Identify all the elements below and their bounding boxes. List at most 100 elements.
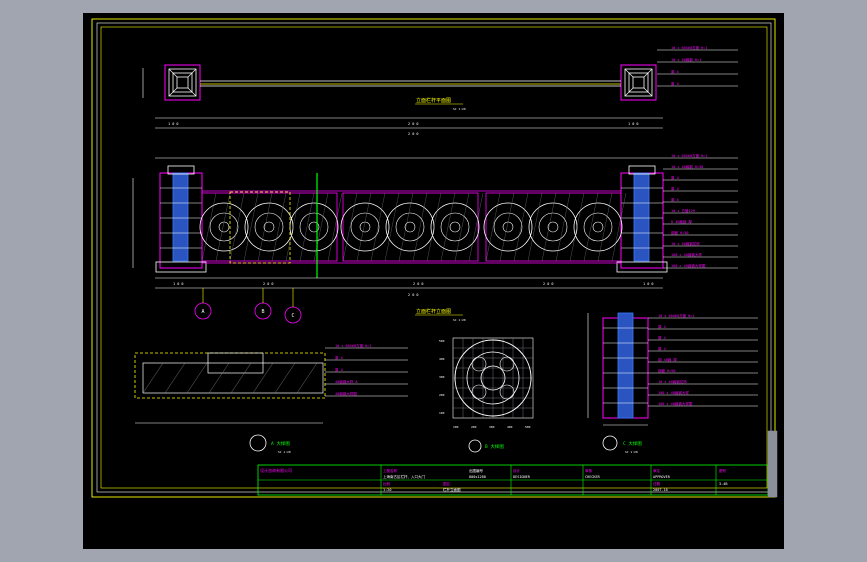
a-annotation: 40扁钢大样 A: [335, 379, 358, 384]
tb-design-label: 设计: [513, 468, 521, 473]
c-annotation: 钢管 H=50: [658, 368, 676, 373]
a-annotation: 厚 4: [335, 355, 343, 360]
callout-letter: C: [291, 313, 294, 319]
scroll-inner: [583, 212, 613, 242]
section-a-hatch: [208, 362, 230, 394]
plan-dim-part: 2 0 0: [408, 122, 419, 126]
plan-annotation: 10 x 40扁钢 H=1: [671, 57, 701, 62]
tb-design: DESIGNER: [513, 475, 531, 479]
plan-annotation: 厚 4: [671, 81, 679, 86]
hatch: [384, 192, 400, 262]
hatch: [426, 192, 442, 262]
hatch: [513, 192, 529, 262]
b-axis-tick: 400: [507, 425, 513, 429]
hatch: [527, 192, 543, 262]
detail-b-scroll: [499, 356, 515, 372]
scroll-core: [449, 221, 461, 233]
c-annotation: 厚 4: [658, 324, 666, 329]
elev-dim-total: 2 0 0: [408, 293, 419, 297]
section-c-title: C 大样图: [623, 440, 642, 447]
section-a-hatch: [230, 362, 252, 394]
section-a-hatch: [186, 362, 208, 394]
detail-b-scroll: [471, 384, 487, 400]
elev-annotation: 厚 4: [671, 186, 679, 191]
tb-check-label: 审核: [585, 468, 593, 473]
section-a-hatch: [142, 362, 164, 394]
tb-number-label: 出图编号: [469, 468, 483, 473]
elev-dim-part: 1 0 0: [643, 282, 654, 286]
b-axis-tick: 300: [489, 425, 495, 429]
detail-b-scroll: [471, 356, 487, 372]
scroll-core: [404, 221, 416, 233]
scroll-ring: [289, 202, 339, 252]
elev-dim-part: 2 0 0: [413, 282, 424, 286]
section-a-box: [134, 352, 326, 399]
plan-post-right-i3: [632, 76, 645, 89]
tb-drawing-label: 图名: [443, 481, 450, 486]
elev-annotation: 10 x 60X60方管 H=1: [671, 153, 708, 158]
c-annotation: 钢 40扁 厚: [658, 357, 677, 362]
detail-b-title: B 大样图: [485, 443, 504, 450]
hatch: [327, 192, 343, 262]
plan-dim-part: 1 0 0: [168, 122, 179, 126]
hatch: [229, 192, 245, 262]
elev-annotation: 厚 4: [671, 175, 679, 180]
tb-check: CHECKER: [585, 475, 601, 479]
tb-project: 上海南古区栏杆、入口大门: [383, 474, 425, 479]
plan-dim-total: 2 0 0: [408, 132, 419, 136]
tb-date: 2007.10: [653, 488, 668, 492]
elev-annotation: 厚 4: [671, 197, 679, 202]
plan-post-left-i3: [176, 76, 189, 89]
hatch: [342, 192, 358, 262]
hatch: [485, 192, 501, 262]
b-axis-tick: 500: [525, 425, 531, 429]
section-a-hatch: [164, 362, 186, 394]
b-axis-tick: 100: [453, 425, 459, 429]
scroll-inner: [538, 212, 568, 242]
c-annotation: 10 x 60X60方管 H=1: [658, 313, 695, 318]
plan-dim-part: 1 0 0: [628, 122, 639, 126]
tb-sheet: 3-4B: [719, 482, 727, 486]
hatch: [370, 192, 386, 262]
scroll-inner: [493, 212, 523, 242]
scroll-ring: [340, 202, 390, 252]
hatch: [468, 192, 484, 262]
elev-annotation: 100 x 40扁钢大样: [671, 252, 702, 257]
hatch: [569, 192, 585, 262]
elev-title: 立面栏杆立面图: [416, 308, 451, 315]
tb-scale-label: 比例: [383, 481, 391, 486]
section-a-body: [142, 362, 324, 394]
b-axis-tick-v: 500: [439, 339, 445, 343]
scroll-ring: [199, 202, 249, 252]
elev-post-right-base: [616, 261, 668, 273]
tb-number: 800x1280: [469, 475, 486, 479]
b-axis-tick-v: 200: [439, 393, 445, 397]
c-annotation: 100 x 40扁钢大样图: [658, 401, 693, 406]
scroll-inner: [254, 212, 284, 242]
plan-scale: SC 1:20: [453, 107, 466, 111]
b-axis-tick-v: 100: [439, 411, 445, 415]
scroll-core: [359, 221, 371, 233]
callout-letter: A: [201, 309, 204, 315]
scroll-inner: [440, 212, 470, 242]
callout-letter: B: [261, 309, 264, 315]
detail-b-marker: [468, 439, 482, 453]
elev-annotation: 10 x 方管12H: [671, 208, 695, 213]
scroll-core: [263, 221, 275, 233]
outer-frame: [91, 18, 776, 498]
section-a-scale: SC 1:20: [278, 450, 291, 454]
tb-sheet-label: 图号: [719, 468, 727, 473]
hatch: [285, 192, 301, 262]
plan-title: 立面栏杆平面图: [416, 97, 451, 104]
vertical-scrollbar[interactable]: [767, 430, 778, 498]
section-a-hatch: [296, 362, 318, 394]
scroll-ring: [573, 202, 623, 252]
c-annotation: 10 x 40扁钢花饰: [658, 379, 687, 384]
scroll-core: [502, 221, 514, 233]
c-annotation: 厚 4: [658, 335, 666, 340]
b-axis-tick: 200: [471, 425, 477, 429]
tb-scale: 1:20: [383, 488, 391, 492]
scroll-inner: [350, 212, 380, 242]
scroll-core: [218, 221, 230, 233]
cad-drawing-canvas[interactable]: 1 0 02 0 01 0 02 0 0 立面栏杆平面图 SC 1:20 10 x 6…: [83, 13, 784, 549]
